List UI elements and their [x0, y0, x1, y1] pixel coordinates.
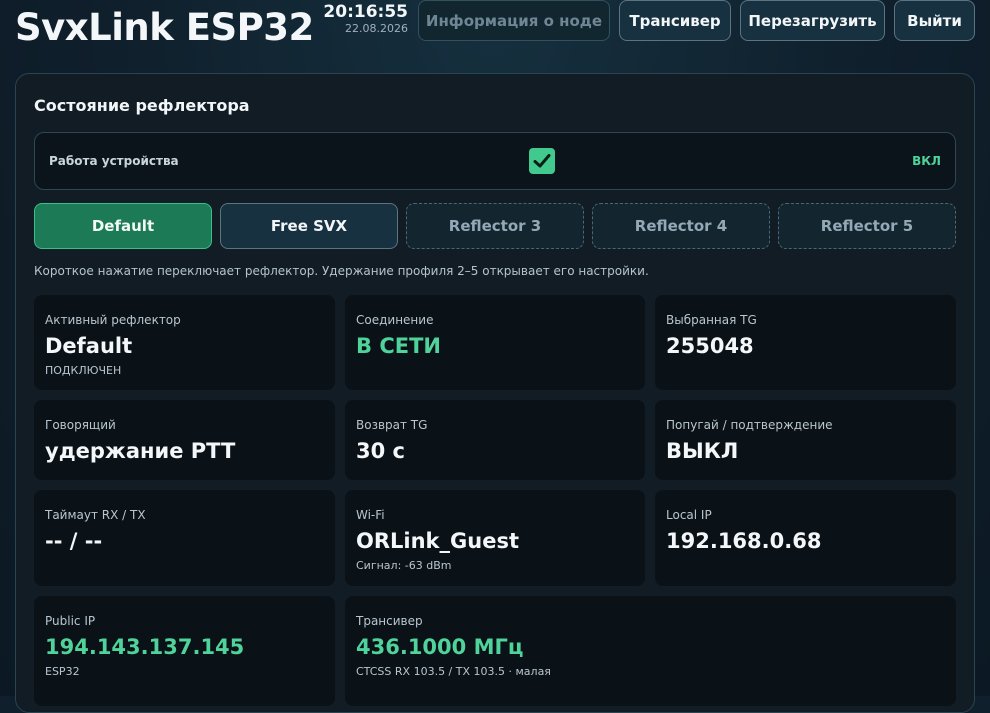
device-operation-state: ВКЛ [912, 154, 941, 168]
reflector-button-default[interactable]: Default [34, 203, 212, 249]
card-connection: Соединение В СЕТИ [345, 295, 645, 390]
card-value: -- / -- [45, 529, 103, 553]
reflector-status-panel: Состояние рефлектора Работа устройства В… [15, 73, 975, 713]
card-value: 436.1000 МГц [356, 635, 524, 659]
card-label: Local IP [666, 508, 712, 522]
card-value: 255048 [666, 334, 754, 358]
card-label: Попугай / подтверждение [666, 418, 833, 432]
check-icon [533, 154, 551, 168]
transceiver-button[interactable]: Трансивер [619, 0, 731, 41]
card-sub: ПОДКЛЮЧЕН [45, 364, 122, 377]
card-sub: ESP32 [45, 665, 80, 678]
card-label: Возврат TG [356, 418, 428, 432]
clock: 20:16:55 22.08.2026 [320, 2, 408, 36]
card-value: 192.168.0.68 [666, 529, 822, 553]
card-label: Говорящий [45, 418, 116, 432]
card-value: удержание PTT [45, 439, 236, 463]
card-transceiver: Трансивер 436.1000 МГц CTCSS RX 103.5 / … [345, 596, 956, 706]
clock-time: 20:16:55 [323, 2, 408, 22]
card-parrot: Попугай / подтверждение ВЫКЛ [655, 400, 956, 480]
reflector-button-free-svx[interactable]: Free SVX [220, 203, 398, 249]
card-sub: CTCSS RX 103.5 / TX 103.5 · малая [356, 665, 551, 678]
card-value: 194.143.137.145 [45, 635, 245, 659]
card-label: Public IP [45, 614, 96, 628]
card-value: Default [45, 334, 133, 358]
app-title: SvxLink ESP32 [15, 6, 314, 49]
reboot-button[interactable]: Перезагрузить [740, 0, 885, 41]
card-wifi: Wi-Fi ORLink_Guest Сигнал: -63 dBm [345, 490, 645, 586]
card-talker: Говорящий удержание PTT [34, 400, 335, 480]
logout-button[interactable]: Выйти [894, 0, 975, 41]
device-operation-row: Работа устройства ВКЛ [34, 132, 956, 190]
section-title: Состояние рефлектора [34, 96, 250, 115]
device-operation-checkbox[interactable] [529, 148, 555, 174]
card-label: Выбранная TG [666, 313, 757, 327]
card-local-ip: Local IP 192.168.0.68 [655, 490, 956, 586]
card-tg-return: Возврат TG 30 с [345, 400, 645, 480]
card-label: Трансивер [356, 614, 423, 628]
card-active-reflector: Активный рефлектор Default ПОДКЛЮЧЕН [34, 295, 335, 390]
card-label: Активный рефлектор [45, 313, 181, 327]
card-label: Wi-Fi [356, 508, 385, 522]
card-selected-tg: Выбранная TG 255048 [655, 295, 956, 390]
device-operation-label: Работа устройства [49, 154, 179, 168]
card-public-ip: Public IP 194.143.137.145 ESP32 [34, 596, 335, 706]
reflector-selector: Default Free SVX Reflector 3 Reflector 4… [34, 203, 956, 249]
reflector-hint: Короткое нажатие переключает рефлектор. … [34, 264, 649, 278]
card-value: В СЕТИ [356, 334, 441, 358]
header: SvxLink ESP32 20:16:55 22.08.2026 Информ… [0, 0, 990, 60]
reflector-button-3[interactable]: Reflector 3 [406, 203, 584, 249]
clock-date: 22.08.2026 [345, 22, 408, 35]
card-label: Соединение [356, 313, 434, 327]
card-value: ВЫКЛ [666, 439, 739, 463]
node-info-button[interactable]: Информация о ноде [418, 0, 610, 41]
reflector-button-5[interactable]: Reflector 5 [778, 203, 956, 249]
card-label: Таймаут RX / TX [45, 508, 146, 522]
card-sub: Сигнал: -63 dBm [356, 559, 452, 572]
reflector-button-4[interactable]: Reflector 4 [592, 203, 770, 249]
card-value: ORLink_Guest [356, 529, 519, 553]
card-value: 30 с [356, 439, 405, 463]
card-timeout: Таймаут RX / TX -- / -- [34, 490, 335, 586]
